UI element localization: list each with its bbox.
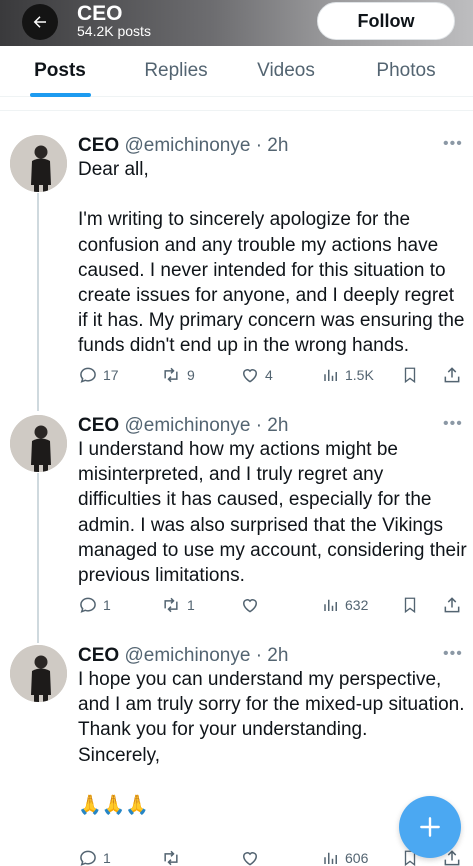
active-tab-indicator <box>30 93 91 97</box>
more-icon[interactable]: ••• <box>443 645 463 663</box>
bookmark-icon <box>404 597 416 614</box>
tweet-handle-time[interactable]: @emichinonye · 2h <box>124 135 288 156</box>
tweet-header: CEO @emichinonye · 2h <box>78 135 288 157</box>
tweet-author-name[interactable]: CEO <box>78 415 119 436</box>
bookmark-icon <box>404 367 416 384</box>
profile-tabs: Posts Replies Videos Photos <box>0 46 473 97</box>
tweet-text: Dear all, I'm writing to sincerely apolo… <box>78 159 465 357</box>
avatar[interactable] <box>10 645 67 702</box>
share-button[interactable] <box>442 365 462 385</box>
tweet-handle-time[interactable]: @emichinonye · 2h <box>124 645 288 666</box>
tweet-header: CEO @emichinonye · 2h <box>78 645 288 667</box>
views-icon <box>324 852 337 864</box>
share-icon <box>444 597 460 613</box>
repost-icon <box>164 367 178 383</box>
bookmark-button[interactable] <box>401 595 419 615</box>
like-icon <box>242 852 258 866</box>
avatar[interactable] <box>10 135 67 192</box>
reply-button[interactable]: 17 <box>78 365 119 385</box>
reply-count: 1 <box>103 597 111 613</box>
views-button[interactable]: 606 <box>322 848 368 866</box>
views-button[interactable]: 1.5K <box>322 365 374 385</box>
reply-button[interactable]: 1 <box>78 848 111 866</box>
share-icon <box>444 367 460 383</box>
repost-icon <box>164 850 178 866</box>
like-button[interactable] <box>240 848 260 866</box>
like-button[interactable] <box>240 595 260 615</box>
view-count: 632 <box>345 597 369 613</box>
view-count: 1.5K <box>345 367 374 383</box>
tab-posts[interactable]: Posts <box>34 60 86 82</box>
tweet-header: CEO @emichinonye · 2h <box>78 415 288 437</box>
tweet-handle-time[interactable]: @emichinonye · 2h <box>124 415 288 436</box>
more-icon[interactable]: ••• <box>443 415 463 433</box>
compose-icon <box>420 817 440 837</box>
tweet-actions: 1 1 632 <box>0 595 473 619</box>
views-icon <box>324 599 337 611</box>
follow-button[interactable]: Follow <box>317 2 455 40</box>
repost-count: 9 <box>187 367 195 383</box>
compose-button[interactable] <box>399 796 461 858</box>
view-count: 606 <box>345 850 369 866</box>
tab-videos[interactable]: Videos <box>257 60 315 82</box>
repost-icon <box>164 597 178 613</box>
back-arrow-icon <box>33 16 46 28</box>
reply-count: 1 <box>103 850 111 866</box>
reply-icon <box>80 367 96 383</box>
tweet-text: I understand how my actions might be mis… <box>78 439 467 587</box>
like-count: 4 <box>265 367 273 383</box>
tab-replies[interactable]: Replies <box>144 60 207 82</box>
tweet-actions: 1 606 <box>0 848 473 866</box>
bookmark-button[interactable] <box>401 365 419 385</box>
repost-button[interactable]: 1 <box>160 595 195 615</box>
tweet-text: I hope you can understand my perspective… <box>78 669 465 817</box>
tweet-author-name[interactable]: CEO <box>78 645 119 666</box>
more-icon[interactable]: ••• <box>443 135 463 153</box>
like-icon <box>242 599 258 613</box>
views-button[interactable]: 632 <box>322 595 368 615</box>
tweet-actions: 17 9 4 1.5K <box>0 365 473 389</box>
profile-header: CEO 54.2K posts Follow <box>0 0 473 46</box>
avatar[interactable] <box>10 415 67 472</box>
tab-photos[interactable]: Photos <box>376 60 435 82</box>
reply-icon <box>80 850 96 866</box>
views-icon <box>324 369 337 381</box>
like-icon <box>242 369 258 383</box>
share-button[interactable] <box>442 595 462 615</box>
back-button[interactable] <box>22 4 58 40</box>
repost-button[interactable] <box>160 848 182 866</box>
reply-icon <box>80 597 96 613</box>
reply-count: 17 <box>103 367 119 383</box>
repost-count: 1 <box>187 597 195 613</box>
post-count: 54.2K posts <box>77 23 151 39</box>
reply-button[interactable]: 1 <box>78 595 111 615</box>
divider <box>0 110 473 111</box>
repost-button[interactable]: 9 <box>160 365 195 385</box>
like-button[interactable]: 4 <box>240 365 273 385</box>
tweet-author-name[interactable]: CEO <box>78 135 119 156</box>
